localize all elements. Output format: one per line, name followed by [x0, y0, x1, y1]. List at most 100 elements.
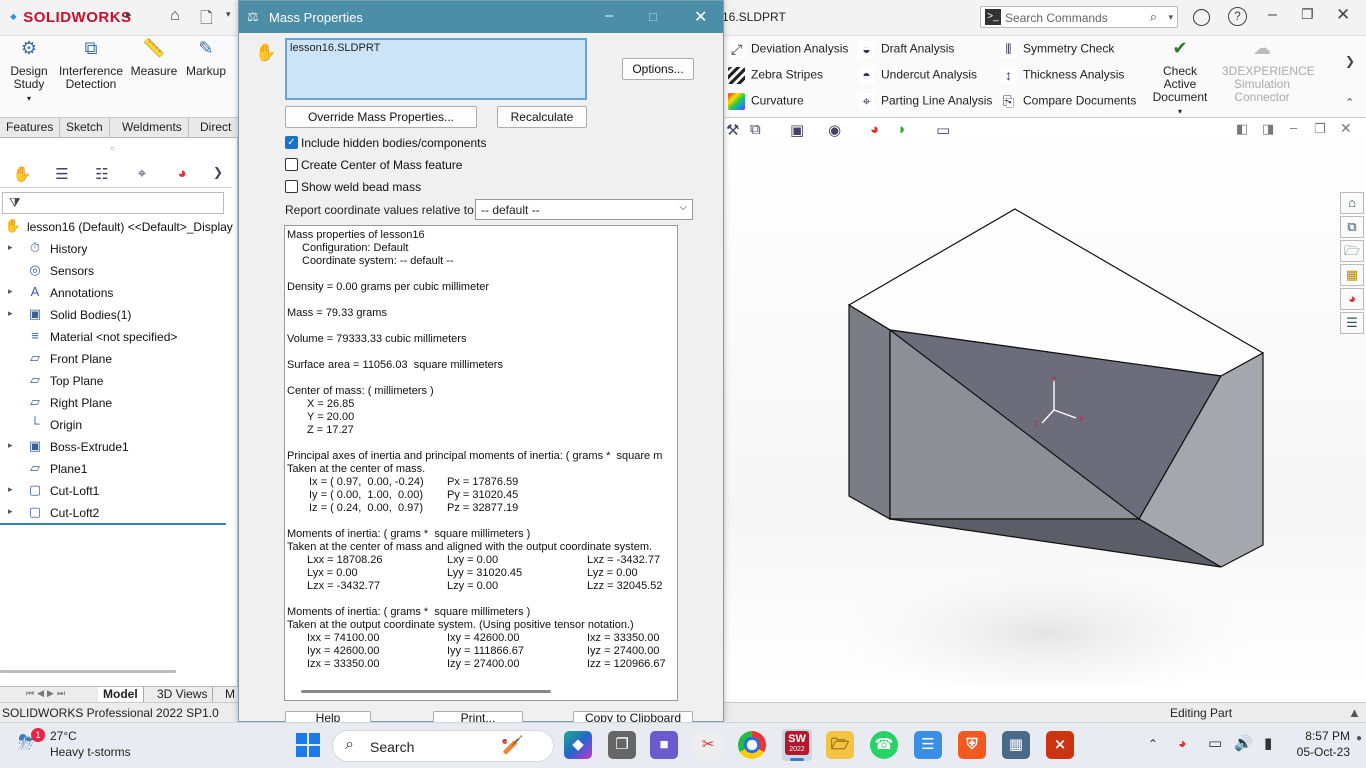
teams-chat-icon[interactable]: ■: [650, 731, 678, 759]
measure-button[interactable]: 📏 Measure: [130, 39, 178, 78]
weather-description[interactable]: Heavy t-storms: [50, 745, 131, 759]
configuration-manager-icon[interactable]: ☷: [92, 165, 112, 185]
options-button[interactable]: Options...: [622, 58, 694, 80]
close-icon[interactable]: ✕: [694, 7, 707, 27]
weather-temperature[interactable]: 27°C: [50, 729, 77, 743]
view-palette-icon[interactable]: ▦: [1340, 264, 1364, 286]
minimize-icon[interactable]: –: [1290, 120, 1297, 135]
tree-item-origin[interactable]: └ Origin: [0, 414, 230, 436]
horizontal-scrollbar[interactable]: [301, 690, 551, 693]
battery-icon[interactable]: ▮: [1264, 734, 1272, 752]
file-explorer-icon[interactable]: 🗁: [826, 731, 854, 759]
parting-line-analysis-button[interactable]: ⌖ Parting Line Analysis: [858, 93, 992, 110]
dimxpert-icon[interactable]: ⌖: [132, 165, 152, 185]
tab-direct-editing[interactable]: Direct E: [194, 118, 238, 153]
home-icon[interactable]: ⌂: [1340, 192, 1364, 214]
collapse-ribbon-icon[interactable]: ⌃: [1345, 96, 1354, 109]
deviation-analysis-button[interactable]: ⤢ Deviation Analysis: [728, 41, 848, 58]
selected-items-list[interactable]: lesson16.SLDPRT: [285, 38, 587, 100]
check-active-document-button[interactable]: ✔ Check Active Document ▾: [1146, 39, 1214, 118]
compare-documents-button[interactable]: ⎘ Compare Documents: [1000, 93, 1136, 110]
clock-time[interactable]: 8:57 PM: [1296, 729, 1350, 743]
tree-item-cut-loft2[interactable]: ▸ ▢ Cut-Loft2: [0, 502, 230, 524]
snipping-tool-icon[interactable]: ✂: [694, 731, 722, 759]
appearances-icon[interactable]: ◕: [1340, 288, 1364, 310]
custom-properties-icon[interactable]: ☰: [1340, 312, 1364, 334]
tree-item-sensors[interactable]: ◎ Sensors: [0, 260, 230, 282]
tree-root-part[interactable]: ✋ lesson16 (Default) <<Default>_Display: [0, 216, 233, 238]
display-manager-icon[interactable]: ◕: [172, 165, 192, 185]
chevron-down-icon[interactable]: ▾: [27, 94, 31, 103]
tree-item-front-plane[interactable]: ▱ Front Plane: [0, 348, 230, 370]
tab-model[interactable]: Model: [98, 687, 144, 702]
solidworks-taskbar-button[interactable]: SW 2022: [782, 729, 812, 761]
previous-view-icon[interactable]: ⧉: [750, 121, 761, 138]
undercut-analysis-button[interactable]: ◓ Undercut Analysis: [858, 67, 977, 84]
splitter-handle[interactable]: ○: [110, 144, 115, 153]
recalculate-button[interactable]: Recalculate: [497, 106, 587, 128]
notifications-icon[interactable]: ●: [1356, 733, 1362, 744]
menu-expand-icon[interactable]: ▸: [126, 8, 132, 21]
tab-scroll-arrows[interactable]: ⏮◀▶⏭: [26, 688, 68, 699]
expand-arrow-icon[interactable]: ▸: [8, 242, 13, 253]
rollback-bar[interactable]: [0, 523, 226, 525]
windows-start-icon[interactable]: [296, 733, 320, 757]
tree-item-annotations[interactable]: ▸ A Annotations: [0, 282, 230, 304]
chevron-down-icon[interactable]: ▾: [226, 9, 231, 20]
show-hidden-icons[interactable]: ⌃: [1148, 737, 1158, 751]
tree-item-material-not-specified[interactable]: ≡ Material <not specified>: [0, 326, 230, 348]
volume-icon[interactable]: 🔊: [1234, 734, 1253, 752]
draft-analysis-button[interactable]: ◒ Draft Analysis: [858, 41, 954, 58]
selected-item[interactable]: lesson16.SLDPRT: [290, 42, 380, 54]
tab-sketch[interactable]: Sketch: [60, 118, 110, 138]
help-icon[interactable]: ?: [1228, 7, 1247, 26]
apply-scene-icon[interactable]: ◑: [896, 121, 905, 138]
dialog-title-bar[interactable]: ⚖ Mass Properties – □ ✕: [239, 1, 723, 33]
customize-status-icon[interactable]: ▲: [1348, 705, 1361, 720]
previous-pane-icon[interactable]: ◧: [1236, 121, 1248, 137]
whatsapp-icon[interactable]: ☎: [870, 731, 898, 759]
coordinate-system-select[interactable]: -- default -- ⌵: [475, 199, 693, 220]
graphics-area[interactable]: y x z: [724, 118, 1366, 708]
design-library-icon[interactable]: ⧉: [1340, 216, 1364, 238]
tab-3d-views[interactable]: 3D Views: [152, 687, 214, 702]
view-orientation-icon[interactable]: ⚒: [726, 121, 739, 139]
markup-button[interactable]: ✎ Markup: [182, 39, 230, 78]
property-manager-icon[interactable]: ☰: [52, 165, 72, 185]
expand-arrow-icon[interactable]: ▸: [8, 308, 13, 319]
display-icon[interactable]: ▭: [1208, 734, 1222, 752]
chevron-right-icon[interactable]: ❯: [1345, 54, 1355, 68]
chrome-tray-icon[interactable]: ◕: [1178, 735, 1186, 751]
minimize-icon[interactable]: –: [1268, 6, 1277, 24]
user-account-icon[interactable]: ◯: [1192, 7, 1211, 27]
display-style-icon[interactable]: ▣: [790, 121, 804, 139]
horizontal-scrollbar[interactable]: [0, 670, 176, 673]
minimize-icon[interactable]: –: [605, 7, 613, 24]
chevron-right-icon[interactable]: ❯: [208, 165, 228, 185]
copilot-icon[interactable]: ◆: [564, 731, 592, 759]
expand-arrow-icon[interactable]: ▸: [8, 286, 13, 297]
search-icon[interactable]: ⌕: [1150, 9, 1157, 25]
restore-icon[interactable]: ❐: [1314, 121, 1326, 137]
close-icon[interactable]: ✕: [1340, 120, 1352, 137]
file-explorer-icon[interactable]: 🗁: [1340, 240, 1364, 262]
new-document-icon[interactable]: 🗋: [200, 7, 213, 34]
taskbar-search-box[interactable]: ⌕ Search 🏏: [332, 730, 554, 762]
tab-features[interactable]: Features: [0, 118, 61, 138]
tree-item-cut-loft1[interactable]: ▸ ▢ Cut-Loft1: [0, 480, 230, 502]
tree-item-solid-bodies-1[interactable]: ▸ ▣ Solid Bodies(1): [0, 304, 230, 326]
chevron-down-icon[interactable]: ▾: [1168, 12, 1173, 23]
mass-properties-results[interactable]: Mass properties of lesson16 Configuratio…: [284, 225, 678, 701]
notepad-icon[interactable]: ☰: [914, 731, 942, 759]
calculator-icon[interactable]: ▦: [1002, 731, 1030, 759]
task-view-icon[interactable]: ❐: [608, 731, 636, 759]
tab-weldments[interactable]: Weldments: [116, 118, 189, 138]
acrobat-icon[interactable]: ⨯: [1046, 731, 1074, 759]
expand-arrow-icon[interactable]: ▸: [8, 506, 13, 517]
brave-browser-icon[interactable]: ⛨: [958, 731, 986, 759]
home-icon[interactable]: ⌂: [170, 7, 180, 25]
symmetry-check-button[interactable]: ⫴ Symmetry Check: [1000, 41, 1114, 58]
clock-date[interactable]: 05-Oct-23: [1290, 745, 1350, 759]
thickness-analysis-button[interactable]: ↕ Thickness Analysis: [1000, 67, 1124, 84]
feature-manager-icon[interactable]: ✋: [12, 165, 32, 185]
